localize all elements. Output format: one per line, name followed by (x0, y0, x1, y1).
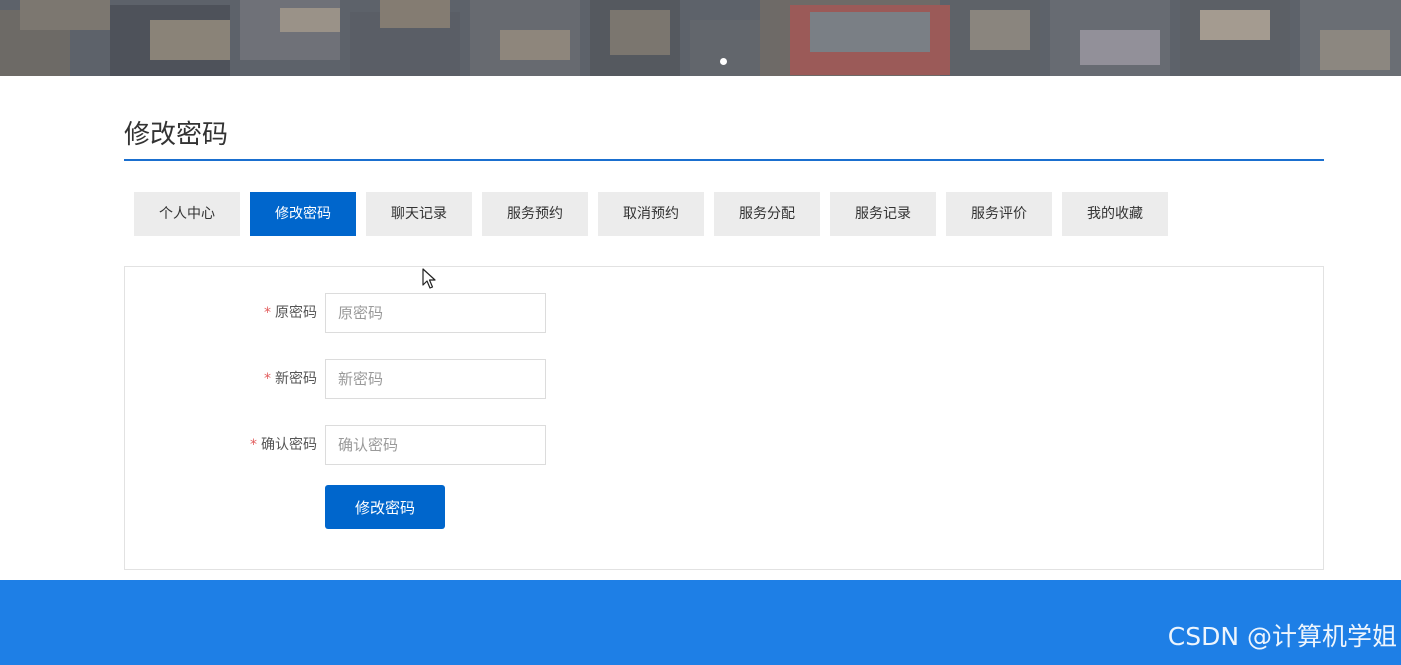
required-mark: * (264, 371, 271, 387)
old-password-row: * 原密码 (125, 293, 725, 333)
hero-banner (0, 0, 1401, 76)
tab-service-assignment[interactable]: 服务分配 (714, 192, 820, 236)
mouse-pointer-icon (422, 268, 436, 289)
tab-cancel-booking[interactable]: 取消预约 (598, 192, 704, 236)
change-password-button[interactable]: 修改密码 (325, 485, 445, 529)
new-password-input[interactable] (325, 359, 546, 399)
tab-my-favorites[interactable]: 我的收藏 (1062, 192, 1168, 236)
old-password-input[interactable] (325, 293, 546, 333)
required-mark: * (264, 305, 271, 321)
page-title: 修改密码 (124, 120, 229, 150)
tab-change-password[interactable]: 修改密码 (250, 192, 356, 236)
confirm-password-label: * 确认密码 (250, 437, 317, 453)
new-password-label: * 新密码 (264, 371, 317, 387)
new-password-row: * 新密码 (125, 359, 725, 399)
confirm-password-input[interactable] (325, 425, 546, 465)
footer: CSDN @计算机学姐 (0, 580, 1401, 665)
user-tabs: 个人中心 修改密码 聊天记录 服务预约 取消预约 服务分配 服务记录 服务评价 … (134, 192, 1178, 236)
tab-service-review[interactable]: 服务评价 (946, 192, 1052, 236)
old-password-label: * 原密码 (264, 305, 317, 321)
tab-service-booking[interactable]: 服务预约 (482, 192, 588, 236)
title-divider (124, 159, 1324, 161)
confirm-password-row: * 确认密码 (125, 425, 725, 465)
change-password-form: * 原密码 * 新密码 * 确认密码 修改密码 (124, 266, 1324, 570)
city-aerial-image (0, 0, 1401, 76)
tab-service-records[interactable]: 服务记录 (830, 192, 936, 236)
csdn-watermark: CSDN @计算机学姐 (1167, 622, 1397, 651)
carousel-dot-icon[interactable] (720, 58, 727, 65)
tab-personal-center[interactable]: 个人中心 (134, 192, 240, 236)
tab-chat-history[interactable]: 聊天记录 (366, 192, 472, 236)
required-mark: * (250, 437, 257, 453)
